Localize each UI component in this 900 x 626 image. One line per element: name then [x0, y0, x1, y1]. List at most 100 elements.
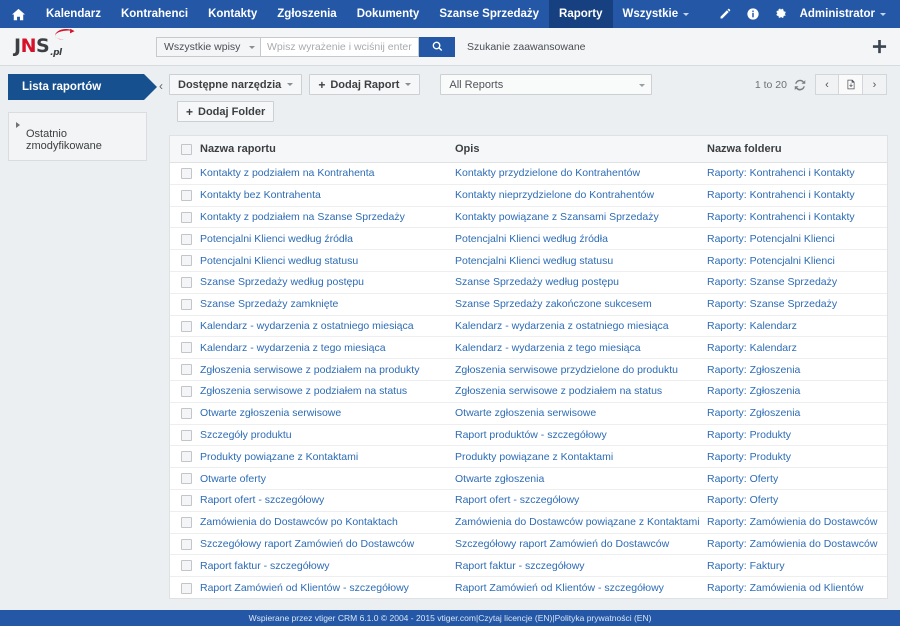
report-description-link[interactable]: Szanse Sprzedaży zakończone sukcesem [455, 298, 652, 310]
pagination-next-button[interactable]: › [863, 74, 887, 95]
row-checkbox[interactable] [181, 298, 192, 310]
report-description-link[interactable]: Otwarte zgłoszenia [455, 473, 544, 485]
user-menu[interactable]: Administrator [796, 8, 892, 20]
report-folder-link[interactable]: Raporty: Oferty [707, 494, 778, 506]
table-row[interactable]: Kontakty z podziałem na Szanse Sprzedaży… [170, 206, 887, 229]
table-row[interactable]: Szczegóły produktu Raport produktów - szc… [170, 424, 887, 447]
report-folder-link[interactable]: Raporty: Zgłoszenia [707, 385, 800, 397]
row-checkbox[interactable] [181, 189, 192, 201]
add-folder-button[interactable]: + Dodaj Folder [177, 101, 275, 122]
report-folder-link[interactable]: Raporty: Zgłoszenia [707, 364, 800, 376]
row-checkbox[interactable] [181, 560, 192, 572]
report-name-link[interactable]: Raport Zamówień od Klientów - szczegółow… [200, 582, 409, 594]
report-name-link[interactable]: Szanse Sprzedaży zamknięte [200, 298, 338, 310]
select-all-checkbox[interactable] [181, 143, 192, 155]
report-folder-link[interactable]: Raporty: Potencjalni Klienci [707, 233, 835, 245]
table-row[interactable]: Raport ofert - szczegółowy Raport ofert -… [170, 489, 887, 512]
report-description-link[interactable]: Szczegółowy raport Zamówień do Dostawców [455, 538, 669, 550]
table-row[interactable]: Zgłoszenia serwisowe z podziałem na prod… [170, 358, 887, 381]
footer-site-link[interactable]: vtiger.com [437, 613, 476, 623]
report-folder-link[interactable]: Raporty: Zamówienia do Dostawców [707, 538, 877, 550]
footer-license-link[interactable]: Czytaj licencje (EN) [478, 613, 552, 623]
table-row[interactable]: Kontakty bez Kontrahenta Kontakty nieprzy… [170, 184, 887, 207]
table-row[interactable]: Zgłoszenia serwisowe z podziałem na stat… [170, 380, 887, 403]
report-description-link[interactable]: Kontakty nieprzydzielone do Kontrahentów [455, 189, 654, 201]
pagination-prev-button[interactable]: ‹ [815, 74, 839, 95]
report-folder-link[interactable]: Raporty: Produkty [707, 451, 791, 463]
nav-item-raporty[interactable]: Raporty [549, 0, 613, 28]
add-record-button[interactable] [868, 36, 890, 58]
report-name-link[interactable]: Szczegółowy raport Zamówień do Dostawców [200, 538, 414, 550]
search-input[interactable] [261, 36, 419, 57]
report-name-link[interactable]: Kalendarz - wydarzenia z tego miesiąca [200, 342, 386, 354]
table-row[interactable]: Otwarte oferty Otwarte zgłoszenia Raporty:… [170, 467, 887, 490]
search-scope-select[interactable]: Wszystkie wpisy [156, 36, 261, 57]
table-row[interactable]: Otwarte zgłoszenia serwisowe Otwarte zgło… [170, 402, 887, 425]
report-folder-link[interactable]: Raporty: Kontrahenci i Kontakty [707, 167, 855, 179]
nav-item-dokumenty[interactable]: Dokumenty [347, 0, 430, 28]
report-name-link[interactable]: Produkty powiązane z Kontaktami [200, 451, 358, 463]
column-header-name[interactable]: Nazwa raportu [200, 135, 455, 163]
table-row[interactable]: Szanse Sprzedaży według postępu Szanse Sp… [170, 271, 887, 294]
report-name-link[interactable]: Zgłoszenia serwisowe z podziałem na stat… [200, 385, 407, 397]
row-checkbox[interactable] [181, 364, 192, 376]
table-row[interactable]: Szanse Sprzedaży zamknięte Szanse Sprzeda… [170, 293, 887, 316]
table-row[interactable]: Szczegółowy raport Zamówień do Dostawców… [170, 533, 887, 556]
report-folder-link[interactable]: Raporty: Kontrahenci i Kontakty [707, 189, 855, 201]
report-folder-link[interactable]: Raporty: Produkty [707, 429, 791, 441]
pagination-export-button[interactable] [839, 74, 863, 95]
row-checkbox[interactable] [181, 582, 192, 594]
table-row[interactable]: Raport faktur - szczegółowy Raport faktur… [170, 554, 887, 578]
table-row[interactable]: Produkty powiązane z Kontaktami Produkty … [170, 445, 887, 469]
column-header-description[interactable]: Opis [455, 135, 707, 163]
report-name-link[interactable]: Potencjalni Klienci według źródła [200, 233, 353, 245]
report-folder-link[interactable]: Raporty: Szanse Sprzedaży [707, 276, 837, 288]
report-description-link[interactable]: Potencjalni Klienci według statusu [455, 255, 613, 267]
table-row[interactable]: Potencjalni Klienci według statusu Potenc… [170, 249, 887, 272]
row-checkbox[interactable] [181, 168, 192, 180]
footer-privacy-link[interactable]: Polityka prywatności (EN) [555, 613, 652, 623]
report-name-link[interactable]: Szanse Sprzedaży według postępu [200, 276, 364, 288]
refresh-icon[interactable] [794, 79, 806, 91]
report-description-link[interactable]: Kalendarz - wydarzenia z ostatniego mies… [455, 320, 669, 332]
report-description-link[interactable]: Szanse Sprzedaży według postępu [455, 276, 619, 288]
row-checkbox[interactable] [181, 473, 192, 485]
report-description-link[interactable]: Raport produktów - szczegółowy [455, 429, 607, 441]
report-description-link[interactable]: Kalendarz - wydarzenia z tego miesiąca [455, 342, 641, 354]
nav-item-kontakty[interactable]: Kontakty [198, 0, 267, 28]
nav-item-szanse-sprzedazy[interactable]: Szanse Sprzedaży [429, 0, 549, 28]
advanced-search-link[interactable]: Szukanie zaawansowane [467, 41, 586, 53]
row-checkbox[interactable] [181, 451, 192, 463]
table-row[interactable]: Kontakty z podziałem na Kontrahenta Konta… [170, 162, 887, 185]
sidebar-collapse-toggle[interactable]: ‹ [155, 66, 167, 610]
row-checkbox[interactable] [181, 320, 192, 332]
nav-item-kontrahenci[interactable]: Kontrahenci [111, 0, 198, 28]
report-description-link[interactable]: Kontakty przydzielone do Kontrahentów [455, 167, 640, 179]
gear-icon[interactable] [768, 0, 794, 28]
report-name-link[interactable]: Potencjalni Klienci według statusu [200, 255, 358, 267]
row-checkbox[interactable] [181, 407, 192, 419]
report-name-link[interactable]: Otwarte zgłoszenia serwisowe [200, 407, 341, 419]
nav-item-zgloszenia[interactable]: Zgłoszenia [267, 0, 346, 28]
info-icon[interactable] [740, 0, 766, 28]
row-checkbox[interactable] [181, 233, 192, 245]
report-name-link[interactable]: Kontakty z podziałem na Szanse Sprzedaży [200, 211, 405, 223]
table-row[interactable]: Potencjalni Klienci według źródła Potencj… [170, 227, 887, 251]
report-filter-select[interactable]: All Reports [440, 74, 653, 95]
report-name-link[interactable]: Raport faktur - szczegółowy [200, 560, 330, 572]
report-folder-link[interactable]: Raporty: Zamówienia do Dostawców [707, 516, 877, 528]
report-name-link[interactable]: Kontakty z podziałem na Kontrahenta [200, 167, 375, 179]
report-name-link[interactable]: Szczegóły produktu [200, 429, 292, 441]
report-folder-link[interactable]: Raporty: Kalendarz [707, 342, 797, 354]
report-description-link[interactable]: Produkty powiązane z Kontaktami [455, 451, 613, 463]
brand-logo[interactable]: JNS.pl [0, 28, 155, 66]
add-report-button[interactable]: + Dodaj Raport [309, 74, 421, 95]
report-folder-link[interactable]: Raporty: Potencjalni Klienci [707, 255, 835, 267]
report-description-link[interactable]: Zgłoszenia serwisowe przydzielone do pro… [455, 364, 678, 376]
report-folder-link[interactable]: Raporty: Faktury [707, 560, 785, 572]
report-name-link[interactable]: Zgłoszenia serwisowe z podziałem na prod… [200, 364, 419, 376]
table-row[interactable]: Raport Zamówień od Klientów - szczegółow… [170, 577, 887, 599]
home-icon[interactable] [0, 0, 36, 28]
nav-item-wszystkie[interactable]: Wszystkie [613, 0, 700, 28]
column-header-folder[interactable]: Nazwa folderu [707, 135, 887, 163]
